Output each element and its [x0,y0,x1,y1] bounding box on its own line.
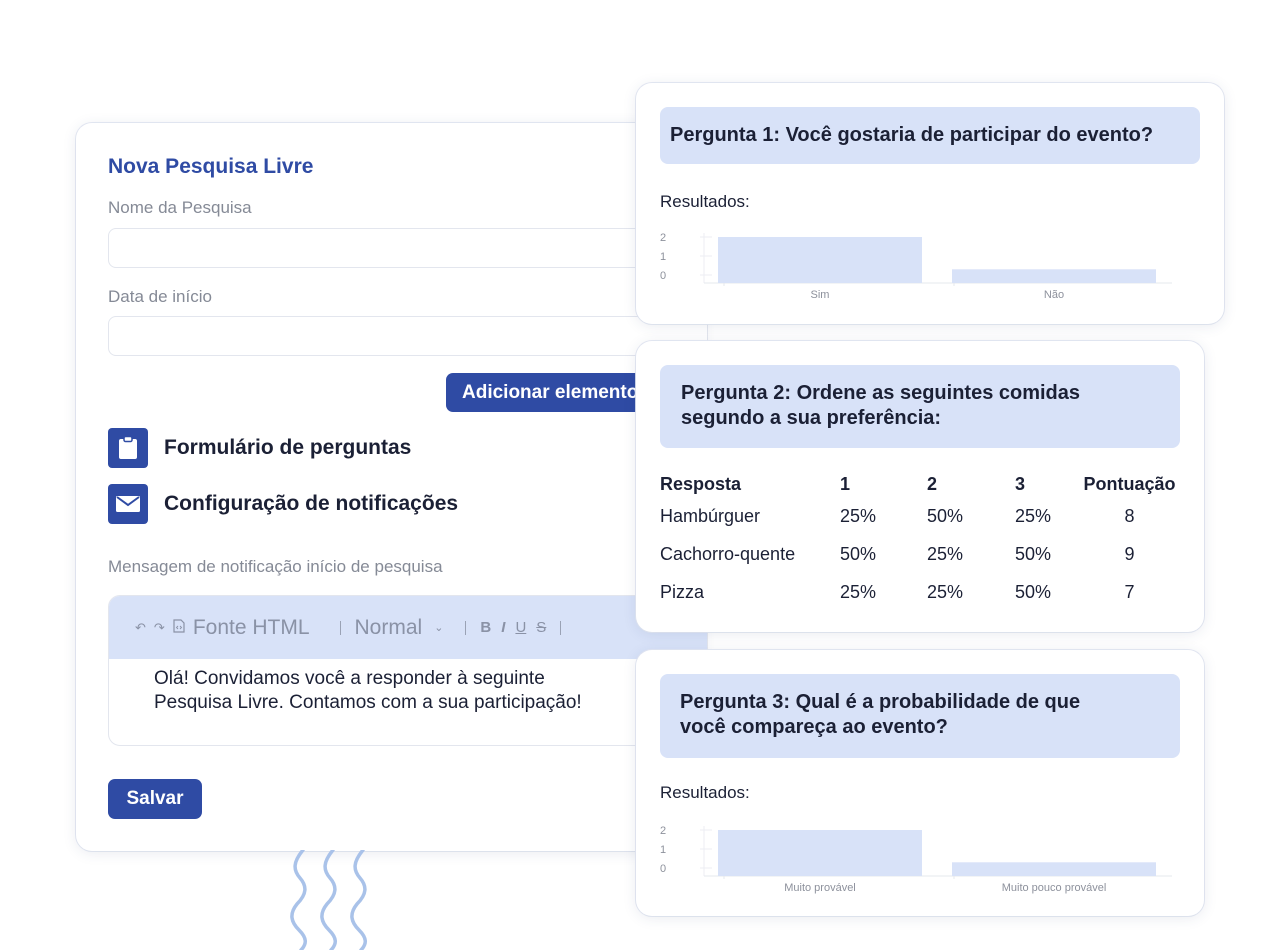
column-header: Resposta [660,473,742,494]
survey-form-card: Nova Pesquisa Livre Nome da Pesquisa Dat… [76,123,708,851]
results-label: Resultados: [660,783,750,802]
answer-cell: Hambúrguer [660,505,761,526]
question-3-card: Pergunta 3: Qual é a probabilidade de qu… [636,650,1204,916]
y-tick-label: 0 [660,863,666,875]
bold-button[interactable]: B [480,619,491,636]
table-row: Pizza 25% 25% 50% 7 [660,573,1177,611]
percent-cell: 25% [927,543,964,564]
table-row: Cachorro-quente 50% 25% 50% 9 [660,535,1177,573]
table-row: Hambúrguer 25% 50% 25% 8 [660,497,1177,535]
italic-button[interactable]: I [501,619,505,636]
x-tick-label: Não [1044,289,1064,301]
survey-name-label: Nome da Pesquisa [108,198,252,217]
question-1-title: Pergunta 1: Você gostaria de participar … [660,107,1200,164]
question-3-bar-chart: 0 1 2 Muito provável Muito pouco provável [660,825,1172,894]
percent-cell: 50% [840,543,877,564]
save-button[interactable]: Salvar [108,779,202,819]
answer-cell: Cachorro-quente [660,543,796,564]
answer-cell: Pizza [660,581,705,602]
x-tick-label: Muito provável [784,882,856,894]
bar [718,830,922,876]
wave-line [350,850,367,950]
bar [952,269,1156,283]
wave-decoration [290,850,367,950]
html-source-button[interactable]: Fonte HTML [193,616,310,640]
question-1-card: Pergunta 1: Você gostaria de participar … [636,83,1224,324]
title-line: você compareça ao evento? [680,716,948,738]
format-select[interactable]: Normal [355,616,423,640]
percent-cell: 50% [927,505,964,526]
percent-cell: 25% [840,505,877,526]
toolbar-divider [465,620,467,635]
editor-content[interactable]: Olá! Convidamos você a responder à segui… [109,659,707,715]
percent-cell: 50% [1015,581,1052,602]
html-source-icon[interactable] [173,619,185,636]
menu-item-label: Configuração de notificações [164,492,459,515]
redo-icon[interactable]: ↷ [154,620,165,636]
chevron-down-icon[interactable]: ⌄ [434,621,443,634]
title-line: Pergunta 2: Ordene as seguintes comidas [681,382,1081,404]
score-cell: 9 [1124,543,1135,564]
start-date-input[interactable] [108,316,708,356]
undo-icon[interactable]: ↶ [135,620,146,636]
percent-cell: 25% [927,581,964,602]
bar [718,237,922,283]
start-date-label: Data de início [108,287,212,306]
menu-item-label: Formulário de perguntas [164,436,412,459]
title-line: segundo a sua preferência: [681,407,942,429]
column-header: Pontuação [1083,473,1176,494]
underline-button[interactable]: U [515,619,526,636]
clipboard-icon [108,428,148,468]
editor-toolbar: ↶ ↷ Fonte HTML Normal ⌄ B I U S [109,596,707,659]
survey-name-input[interactable] [108,228,708,268]
score-cell: 8 [1124,505,1135,526]
envelope-icon [108,484,148,524]
y-tick-label: 1 [660,251,666,263]
strikethrough-button[interactable]: S [536,619,546,636]
wave-line [290,850,307,950]
question-2-card: Pergunta 2: Ordene as seguintes comidas … [636,341,1204,632]
bar [952,862,1156,876]
column-header: 3 [1015,473,1026,494]
results-label: Resultados: [660,192,750,211]
menu-item-question-form[interactable]: Formulário de perguntas [108,428,411,468]
toolbar-divider [560,620,562,635]
toolbar-divider [339,620,341,635]
title-line: Pergunta 3: Qual é a probabilidade de qu… [680,691,1081,713]
y-tick-label: 0 [660,270,666,282]
y-tick-label: 2 [660,232,666,244]
editor-text-line: Olá! Convidamos você a responder à segui… [154,668,545,689]
menu-item-notification-settings[interactable]: Configuração de notificações [108,484,458,524]
column-header: 2 [927,473,938,494]
x-tick-label: Sim [811,289,830,301]
score-cell: 7 [1124,581,1135,602]
percent-cell: 25% [840,581,877,602]
percent-cell: 25% [1015,505,1052,526]
table-header-row: Resposta 1 2 3 Pontuação [660,471,1177,497]
percent-cell: 50% [1015,543,1052,564]
x-tick-label: Muito pouco provável [1002,882,1107,894]
wave-line [320,850,337,950]
y-tick-label: 2 [660,825,666,837]
question-1-bar-chart: 0 1 2 Sim Não [660,232,1172,301]
column-header: 1 [840,473,851,494]
rich-text-editor: ↶ ↷ Fonte HTML Normal ⌄ B I U S Olá! Con… [108,595,708,746]
form-title: Nova Pesquisa Livre [108,155,314,178]
question-2-title: Pergunta 2: Ordene as seguintes comidas … [660,365,1180,448]
question-3-title: Pergunta 3: Qual é a probabilidade de qu… [660,674,1180,758]
notification-message-label: Mensagem de notificação início de pesqui… [108,557,443,576]
y-tick-label: 1 [660,844,666,856]
editor-text-line: Pesquisa Livre. Contamos com a sua parti… [154,692,582,713]
ranking-table: Resposta 1 2 3 Pontuação Hambúrguer 25% 50… [660,471,1177,611]
